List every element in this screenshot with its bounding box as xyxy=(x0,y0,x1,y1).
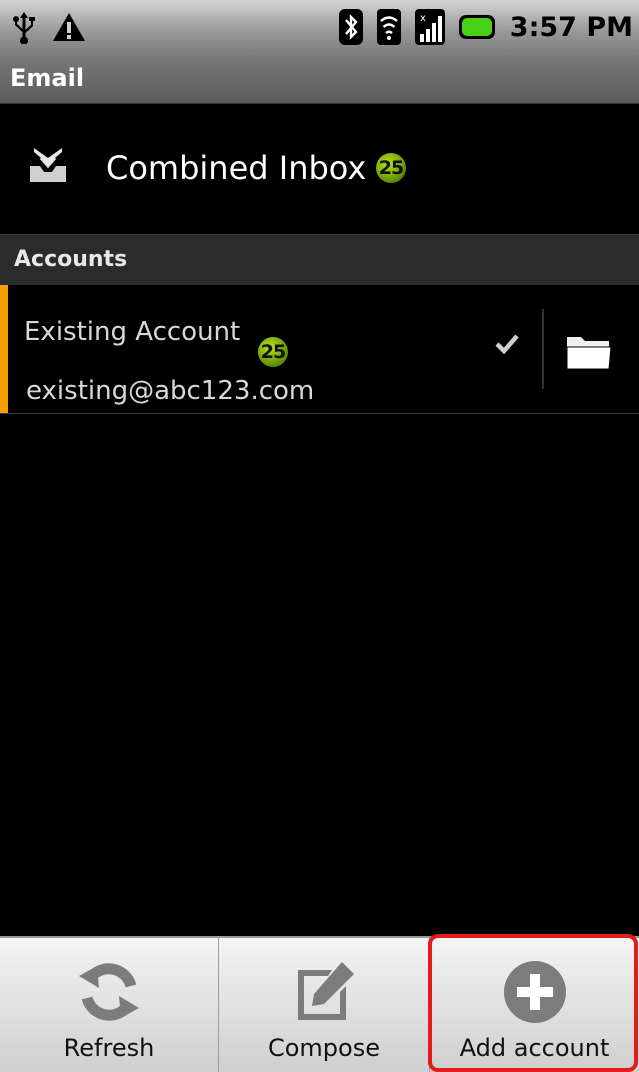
battery-icon xyxy=(458,12,498,42)
status-time: 3:57 PM xyxy=(509,11,633,43)
combined-inbox-label: Combined Inbox xyxy=(106,149,367,187)
compose-icon xyxy=(288,956,360,1032)
compose-label: Compose xyxy=(267,1034,380,1062)
bluetooth-icon xyxy=(338,8,364,46)
checkmark-icon xyxy=(494,333,520,359)
refresh-label: Refresh xyxy=(63,1034,155,1062)
account-list-item[interactable]: Existing Account 25 existing@abc123.com xyxy=(0,285,639,414)
account-unread-badge: 25 xyxy=(258,337,288,367)
refresh-button[interactable]: Refresh xyxy=(0,938,219,1072)
refresh-icon xyxy=(73,956,145,1032)
usb-icon xyxy=(10,10,38,44)
add-icon xyxy=(499,956,571,1032)
inbox-icon xyxy=(26,144,70,192)
folder-icon[interactable] xyxy=(565,333,613,375)
add-account-label: Add account xyxy=(459,1034,610,1062)
signal-icon: x xyxy=(414,8,446,46)
combined-inbox-row[interactable]: Combined Inbox 25 xyxy=(0,104,639,234)
app-title: Email xyxy=(10,64,85,92)
warning-icon xyxy=(52,11,86,43)
options-menu: Refresh Compose Add account xyxy=(0,936,639,1072)
compose-button[interactable]: Compose xyxy=(219,938,430,1072)
account-color-chip xyxy=(0,285,8,413)
combined-inbox-count-badge: 25 xyxy=(376,153,406,183)
svg-text:x: x xyxy=(420,13,426,24)
add-account-button[interactable]: Add account xyxy=(430,938,639,1072)
wifi-icon xyxy=(376,8,402,46)
accounts-section-header: Accounts xyxy=(0,234,639,285)
accounts-header-label: Accounts xyxy=(14,247,128,272)
account-name: Existing Account xyxy=(24,317,241,347)
app-title-bar: Email xyxy=(0,55,639,104)
row-divider xyxy=(542,309,544,389)
status-bar: x 3:57 PM xyxy=(0,0,639,55)
account-email: existing@abc123.com xyxy=(26,376,315,406)
